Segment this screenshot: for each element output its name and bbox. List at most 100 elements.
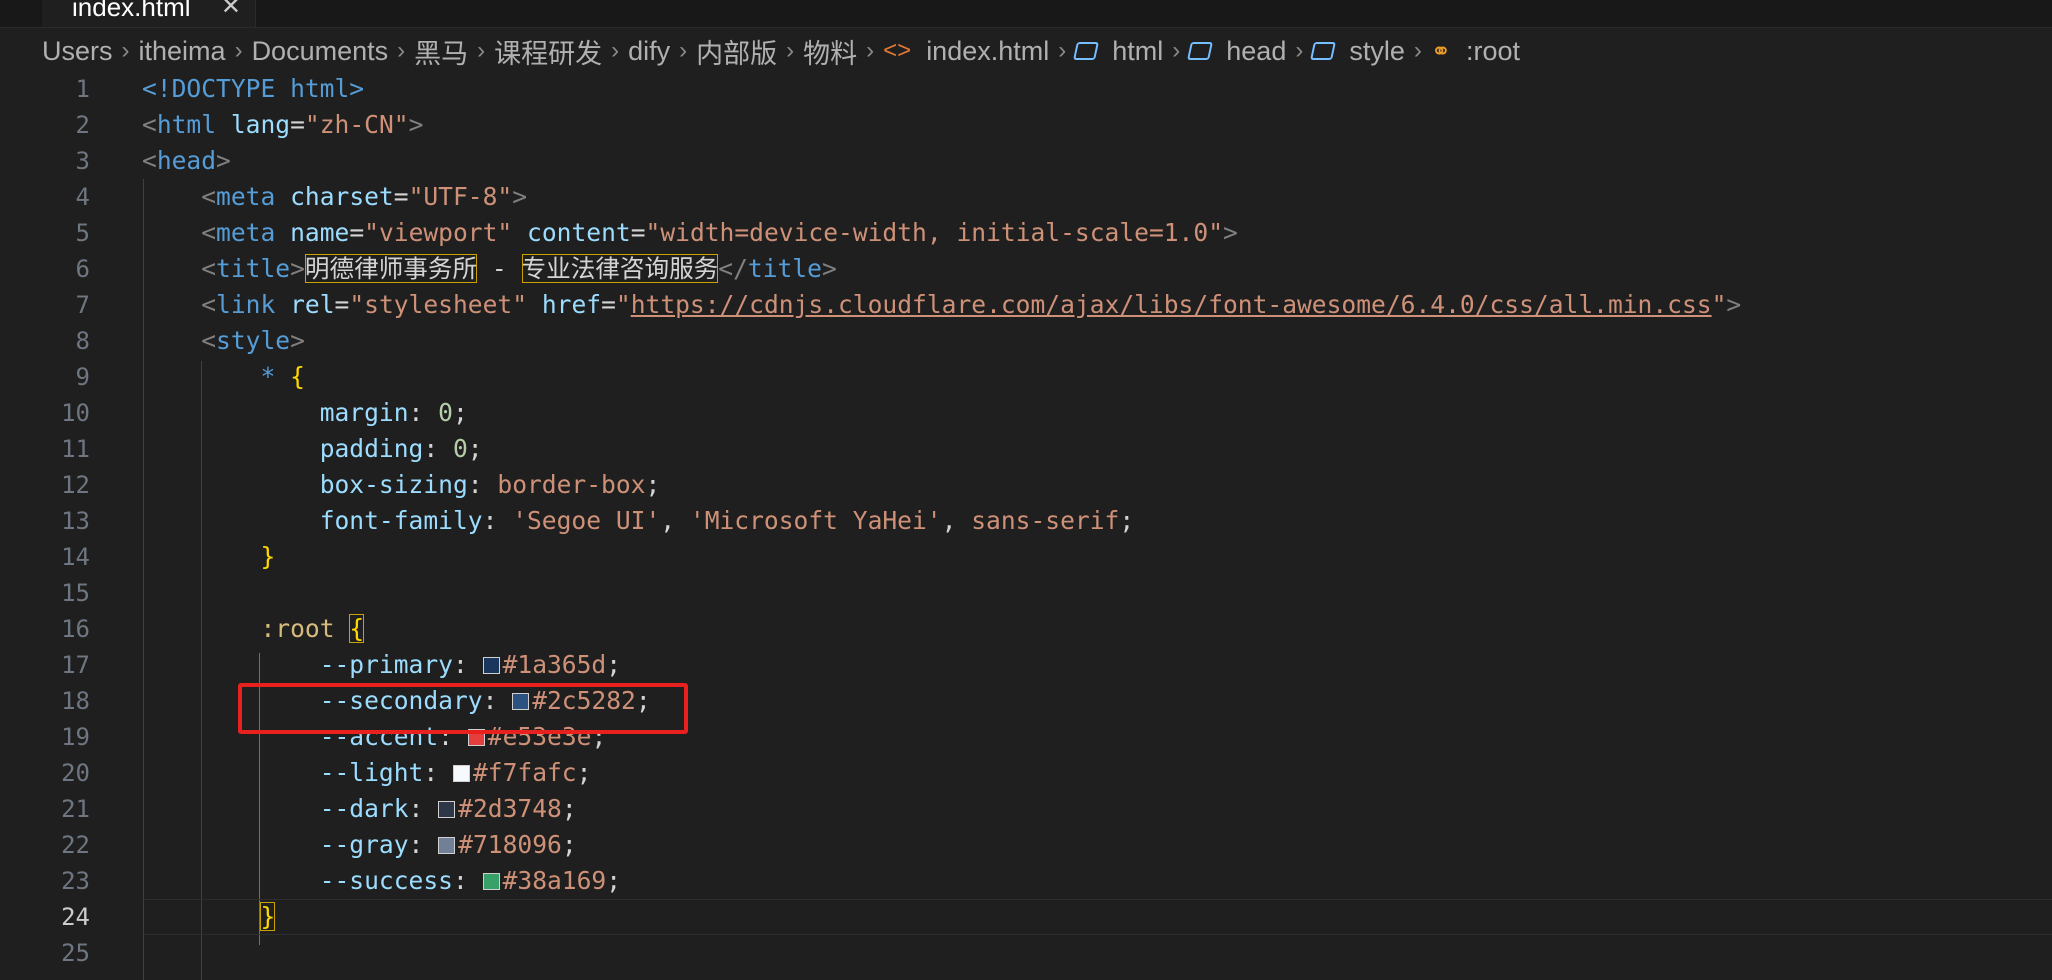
chevron-right-icon: › — [866, 37, 875, 64]
line-content[interactable]: --dark: #2d3748; — [142, 791, 577, 827]
line-number: 5 — [75, 219, 90, 247]
line-content[interactable]: } — [142, 899, 276, 935]
breadcrumb-item-html[interactable]: html — [1112, 36, 1163, 67]
line-content[interactable]: <link rel="stylesheet" href="https://cdn… — [142, 287, 1741, 323]
css-var-name: --success — [319, 866, 453, 895]
universal-selector: * — [260, 362, 276, 391]
title-text-part2: 专业法律咨询服务 — [521, 254, 719, 283]
color-swatch-icon[interactable] — [482, 873, 500, 890]
line-content[interactable]: <head> — [142, 143, 231, 179]
chevron-right-icon: › — [611, 37, 620, 64]
code-line: 14 } — [0, 539, 2052, 575]
tab-index-html[interactable]: index.html ✕ — [42, 0, 256, 27]
code-line: 9 * { — [0, 359, 2052, 395]
breadcrumb-item-heima[interactable]: 黑马 — [414, 32, 468, 71]
breadcrumb-item-dify[interactable]: dify — [628, 36, 670, 67]
color-swatch-icon[interactable] — [438, 837, 456, 854]
line-content[interactable]: <!DOCTYPE html> — [142, 71, 364, 107]
link-href-url[interactable]: https://cdnjs.cloudflare.com/ajax/libs/f… — [631, 290, 1712, 319]
color-swatch-icon[interactable] — [482, 657, 500, 674]
line-content[interactable]: <html lang="zh-CN"> — [142, 107, 423, 143]
breadcrumb-item-file[interactable]: index.html — [926, 36, 1049, 67]
line-number: 10 — [61, 399, 90, 427]
code-editor[interactable]: 1 <!DOCTYPE html> 2 <html lang="zh-CN"> … — [0, 71, 2052, 980]
css-var-value: #2d3748 — [458, 794, 562, 823]
line-content[interactable]: box-sizing: border-box; — [142, 467, 661, 503]
breadcrumb-item-documents[interactable]: Documents — [252, 36, 389, 67]
breadcrumb-item-materials[interactable]: 物料 — [803, 32, 857, 71]
line-content[interactable]: --success: #38a169; — [142, 863, 621, 899]
breadcrumb-item-style[interactable]: style — [1349, 36, 1405, 67]
line-content[interactable]: margin: 0; — [142, 395, 468, 431]
meta-charset-value: UTF-8 — [423, 182, 498, 211]
line-content[interactable]: <meta name="viewport" content="width=dev… — [142, 215, 1238, 251]
link-rel-value: stylesheet — [364, 290, 513, 319]
breadcrumb-item-root[interactable]: :root — [1466, 36, 1520, 67]
line-number: 23 — [61, 867, 90, 895]
breadcrumb-item-course-dev[interactable]: 课程研发 — [494, 32, 602, 71]
breadcrumb-item-head[interactable]: head — [1226, 36, 1286, 67]
title-text-part1: 明德律师事务所 — [304, 254, 478, 283]
line-content[interactable]: <title>明德律师事务所 - 专业法律咨询服务</title> — [142, 251, 837, 287]
meta-content-value: width=device-width, initial-scale=1.0 — [660, 218, 1209, 247]
line-number: 22 — [61, 831, 90, 859]
title-separator: - — [477, 254, 522, 283]
chevron-right-icon: › — [1413, 37, 1422, 64]
line-content[interactable]: --primary: #1a365d; — [142, 647, 621, 683]
line-content[interactable]: --gray: #718096; — [142, 827, 577, 863]
line-content[interactable]: padding: 0; — [142, 431, 483, 467]
line-number: 9 — [75, 363, 90, 391]
font-family-value-3: sans-serif — [971, 506, 1120, 535]
line-content[interactable]: --light: #f7fafc; — [142, 755, 592, 791]
close-icon[interactable]: ✕ — [221, 0, 241, 27]
padding-value: 0 — [452, 434, 468, 463]
line-content[interactable]: <style> — [142, 323, 305, 359]
line-content[interactable]: * { — [142, 359, 304, 395]
code-line: 2 <html lang="zh-CN"> — [0, 107, 2052, 143]
line-number: 6 — [75, 255, 90, 283]
root-selector: :root — [260, 614, 335, 643]
chevron-right-icon: › — [1058, 37, 1067, 64]
element-icon — [1310, 42, 1337, 60]
code-line: 24 } — [0, 899, 2052, 935]
code-line: 12 box-sizing: border-box; — [0, 467, 2052, 503]
color-swatch-icon[interactable] — [452, 765, 470, 782]
line-number: 20 — [61, 759, 90, 787]
line-content[interactable]: <meta charset="UTF-8"> — [142, 179, 527, 215]
line-content[interactable]: font-family: 'Segoe UI', 'Microsoft YaHe… — [142, 503, 1134, 539]
line-number: 8 — [75, 327, 90, 355]
line-number: 7 — [75, 291, 90, 319]
code-line: 22 --gray: #718096; — [0, 827, 2052, 863]
color-swatch-icon[interactable] — [438, 801, 456, 818]
chevron-right-icon: › — [397, 37, 406, 64]
css-var-value: #1a365d — [502, 650, 607, 679]
html-lang-value: zh-CN — [319, 110, 394, 139]
chevron-right-icon: › — [477, 37, 486, 64]
chevron-right-icon: › — [1295, 37, 1304, 64]
line-number: 19 — [61, 723, 90, 751]
code-line: 25 — [0, 935, 2052, 971]
line-number: 21 — [61, 795, 90, 823]
line-number: 17 — [61, 651, 90, 679]
line-content[interactable]: } — [142, 539, 275, 575]
symbol-icon: ⚭ — [1430, 37, 1451, 65]
element-icon — [1073, 42, 1100, 60]
breadcrumb-item-itheima[interactable]: itheima — [139, 36, 226, 67]
line-number: 2 — [75, 111, 90, 139]
breadcrumb-item-users[interactable]: Users — [42, 36, 113, 67]
breadcrumb-item-internal[interactable]: 内部版 — [696, 32, 777, 71]
chevron-right-icon: › — [679, 37, 688, 64]
line-number: 16 — [61, 615, 90, 643]
line-number: 24 — [61, 903, 90, 931]
css-var-value: #718096 — [458, 830, 562, 859]
code-line: 16 :root { — [0, 611, 2052, 647]
line-number: 12 — [61, 471, 90, 499]
line-content[interactable]: :root { — [142, 611, 365, 647]
code-line: 10 margin: 0; — [0, 395, 2052, 431]
css-var-name: --primary — [319, 650, 453, 679]
line-number: 1 — [75, 75, 90, 103]
doctype: <!DOCTYPE html> — [142, 74, 365, 103]
box-sizing-value: border-box — [497, 470, 646, 499]
css-var-value: #38a169 — [502, 866, 607, 895]
css-var-name: --gray — [319, 830, 409, 859]
